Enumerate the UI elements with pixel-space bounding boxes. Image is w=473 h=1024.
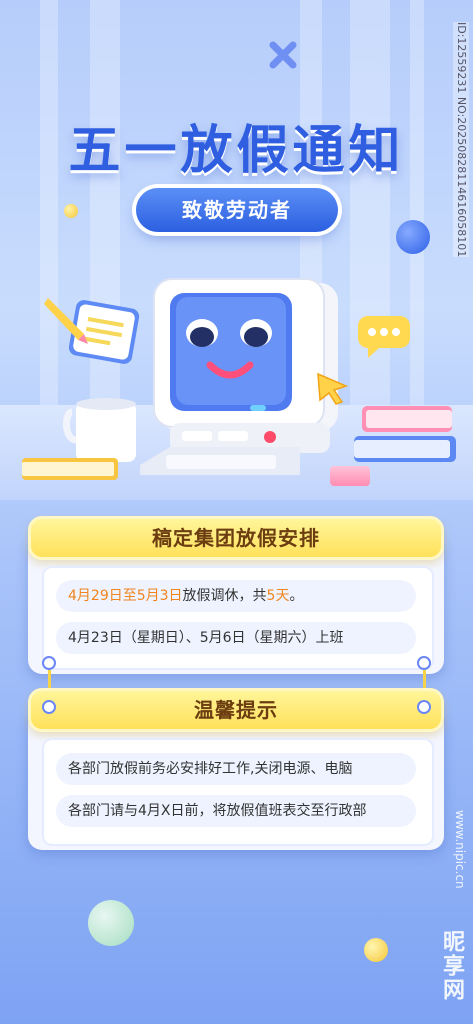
sparkle-icon: [268, 40, 298, 70]
pin-icon: [417, 700, 431, 714]
reminder-heading-text: 温馨提示: [194, 698, 278, 722]
holiday-dates-line: 4月29日至5月3日放假调休，共5天。: [56, 580, 416, 612]
cursor-icon: [312, 368, 352, 408]
reminder-line-1: 各部门放假前务必安排好工作,关闭电源、电脑: [56, 753, 416, 785]
chat-bubble-icon: [356, 314, 412, 360]
brand-logo: 昵享网: [439, 930, 464, 1002]
green-ball-icon: [88, 900, 134, 946]
holiday-schedule-heading-text: 稿定集团放假安排: [152, 526, 320, 550]
site-watermark: www.nipic.cn: [453, 810, 467, 889]
book-icon: [20, 454, 120, 484]
yellow-ball-icon: [64, 204, 78, 218]
holiday-date-range: 4月29日至5月3日: [68, 588, 183, 604]
reminder-line-2: 各部门请与4月X日前，将放假值班表交至行政部: [56, 795, 416, 827]
workday-line: 4月23日（星期日）、5月6日（星期六）上班: [56, 622, 416, 654]
pin-icon: [42, 700, 56, 714]
reminder-heading: 温馨提示: [28, 688, 444, 732]
image-id-watermark: ID:12559231 NO:20250828114616058101: [453, 22, 469, 258]
pin-icon: [417, 656, 431, 670]
pin-icon: [42, 656, 56, 670]
subtitle-badge: 致敬劳动者: [136, 188, 338, 232]
holiday-dates-suffix: 。: [289, 588, 304, 604]
bg-stripe: [410, 0, 424, 430]
poster: 五一放假通知 致敬劳动者 ID:12559231 NO:202508281146…: [0, 0, 473, 1024]
blue-ball-icon: [396, 220, 430, 254]
page-title: 五一放假通知: [68, 121, 405, 181]
notepad-pencil-icon: [44, 290, 144, 370]
holiday-dates-text: 放假调休，共: [182, 588, 267, 604]
eraser-icon: [330, 466, 370, 486]
holiday-day-count: 5天: [266, 588, 290, 604]
bg-stripe: [350, 0, 390, 430]
book-stack-icon: [352, 404, 458, 466]
yellow-ball-icon: [364, 938, 388, 962]
holiday-schedule-heading: 稿定集团放假安排: [28, 516, 444, 560]
